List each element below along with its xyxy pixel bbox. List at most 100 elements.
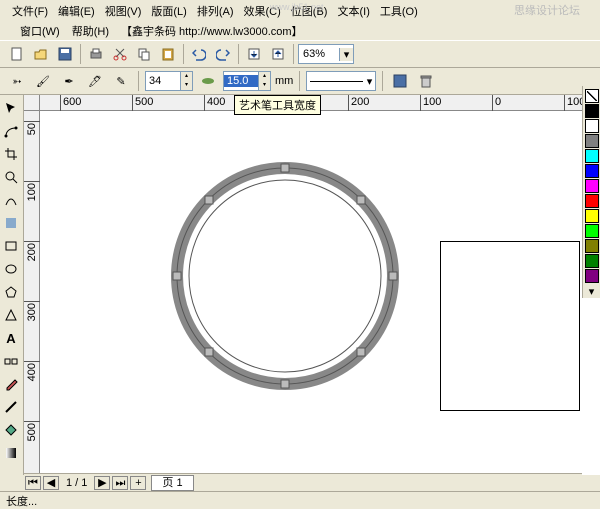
menu-layout[interactable]: 版面(L) [147,2,190,20]
down-arrow-icon[interactable]: ▾ [180,81,192,90]
paste-button[interactable] [157,43,179,65]
copy-button[interactable] [133,43,155,65]
zoom-dropdown-icon[interactable]: ▾ [339,48,353,61]
cut-button[interactable] [109,43,131,65]
undo-button[interactable] [188,43,210,65]
brush-tool-icon[interactable]: 🖌 [32,70,54,92]
menu-window[interactable]: 窗口(W) [20,23,60,39]
text-tool[interactable]: A [0,327,22,349]
basic-shapes-tool[interactable] [0,304,22,326]
page-navigator: ⏮ ◀ 1 / 1 ▶ ⏭ + 页 1 [24,473,582,491]
delete-preset-button[interactable] [415,70,437,92]
separator [299,71,300,91]
add-page-button[interactable]: + [130,476,146,490]
zoom-combo[interactable]: ▾ [298,44,354,64]
status-bar: 长度... [0,491,600,509]
freehand-tool[interactable] [0,189,22,211]
tooltip: 艺术笔工具宽度 [234,95,321,115]
export-button[interactable] [267,43,289,65]
unit-label: mm [275,75,293,87]
width-spinner[interactable]: ▴▾ [223,71,271,91]
status-coords: 长度... [6,496,37,508]
calligraphy-tool-icon[interactable]: 🖊 [84,70,106,92]
shape-tool[interactable] [0,120,22,142]
interactive-fill-tool[interactable] [0,442,22,464]
swatch[interactable] [585,149,599,163]
redo-button[interactable] [212,43,234,65]
menu-text[interactable]: 文本(I) [333,2,373,20]
rectangle-object[interactable] [440,241,580,411]
save-button[interactable] [54,43,76,65]
toolbox: A [0,95,24,475]
pressure-tool-icon[interactable]: ✎ [110,70,132,92]
menu-edit[interactable]: 编辑(E) [54,2,99,20]
standard-toolbar: ▾ [0,40,600,68]
ruler-origin[interactable] [24,95,40,111]
print-button[interactable] [85,43,107,65]
polygon-tool[interactable] [0,281,22,303]
next-page-button[interactable]: ▶ [94,476,110,490]
swatch[interactable] [585,194,599,208]
swatch[interactable] [585,269,599,283]
swatch[interactable] [585,104,599,118]
separator [238,44,239,64]
menu-help[interactable]: 帮助(H) [72,23,109,39]
page-tab[interactable]: 页 1 [151,475,193,491]
zoom-tool[interactable] [0,166,22,188]
fill-tool[interactable] [0,419,22,441]
import-button[interactable] [243,43,265,65]
watermark-text: 思缘设计论坛 [514,2,580,18]
new-button[interactable] [6,43,28,65]
save-preset-button[interactable] [389,70,411,92]
swatch[interactable] [585,179,599,193]
property-bar: ➳ 🖌 ✒ 🖊 ✎ ▴▾ ▴▾ mm ▾ [0,68,600,95]
smoothing-input[interactable] [146,75,180,87]
swatch[interactable] [585,224,599,238]
stroke-style-combo[interactable]: ▾ [306,71,376,91]
vertical-ruler[interactable]: 50100200300400500 [24,111,40,475]
menu-view[interactable]: 视图(V) [101,2,146,20]
open-button[interactable] [30,43,52,65]
swatch[interactable] [585,209,599,223]
smart-fill-tool[interactable] [0,212,22,234]
ring-object[interactable] [170,161,400,391]
swatch[interactable] [585,239,599,253]
palette-scroll-icon[interactable]: ▾ [583,285,600,298]
separator [80,44,81,64]
page-count: 1 / 1 [60,477,93,489]
menu-bar-2: 窗口(W) 帮助(H) 【鑫宇条码 http://www.lw3000.com】 [0,22,600,40]
preset-tool-icon[interactable]: ➳ [6,70,28,92]
swatch[interactable] [585,134,599,148]
separator [138,71,139,91]
blend-tool[interactable] [0,350,22,372]
swatch[interactable] [585,164,599,178]
swatch-none[interactable] [585,89,599,103]
menu-tools[interactable]: 工具(O) [376,2,422,20]
swatch[interactable] [585,119,599,133]
prev-page-button[interactable]: ◀ [43,476,59,490]
menu-arrange[interactable]: 排列(A) [193,2,238,20]
up-arrow-icon[interactable]: ▴ [258,72,270,81]
separator [293,44,294,64]
down-arrow-icon[interactable]: ▾ [258,81,270,90]
canvas[interactable] [40,111,600,475]
menu-extra[interactable]: 【鑫宇条码 http://www.lw3000.com】 [121,23,303,39]
ellipse-tool[interactable] [0,258,22,280]
zoom-input[interactable] [299,48,339,60]
smoothing-spinner[interactable]: ▴▾ [145,71,193,91]
eyedropper-tool[interactable] [0,373,22,395]
up-arrow-icon[interactable]: ▴ [180,72,192,81]
spray-tool-icon[interactable]: ✒ [58,70,80,92]
first-page-button[interactable]: ⏮ [25,476,41,490]
color-palette: ▾ [582,86,600,298]
last-page-button[interactable]: ⏭ [112,476,128,490]
crop-tool[interactable] [0,143,22,165]
width-icon [197,70,219,92]
width-input[interactable] [224,75,258,87]
rectangle-tool[interactable] [0,235,22,257]
pick-tool[interactable] [0,97,22,119]
swatch[interactable] [585,254,599,268]
outline-tool[interactable] [0,396,22,418]
canvas-area: 6005004003002001000100 50100200300400500… [24,95,600,475]
menu-file[interactable]: 文件(F) [8,2,52,20]
